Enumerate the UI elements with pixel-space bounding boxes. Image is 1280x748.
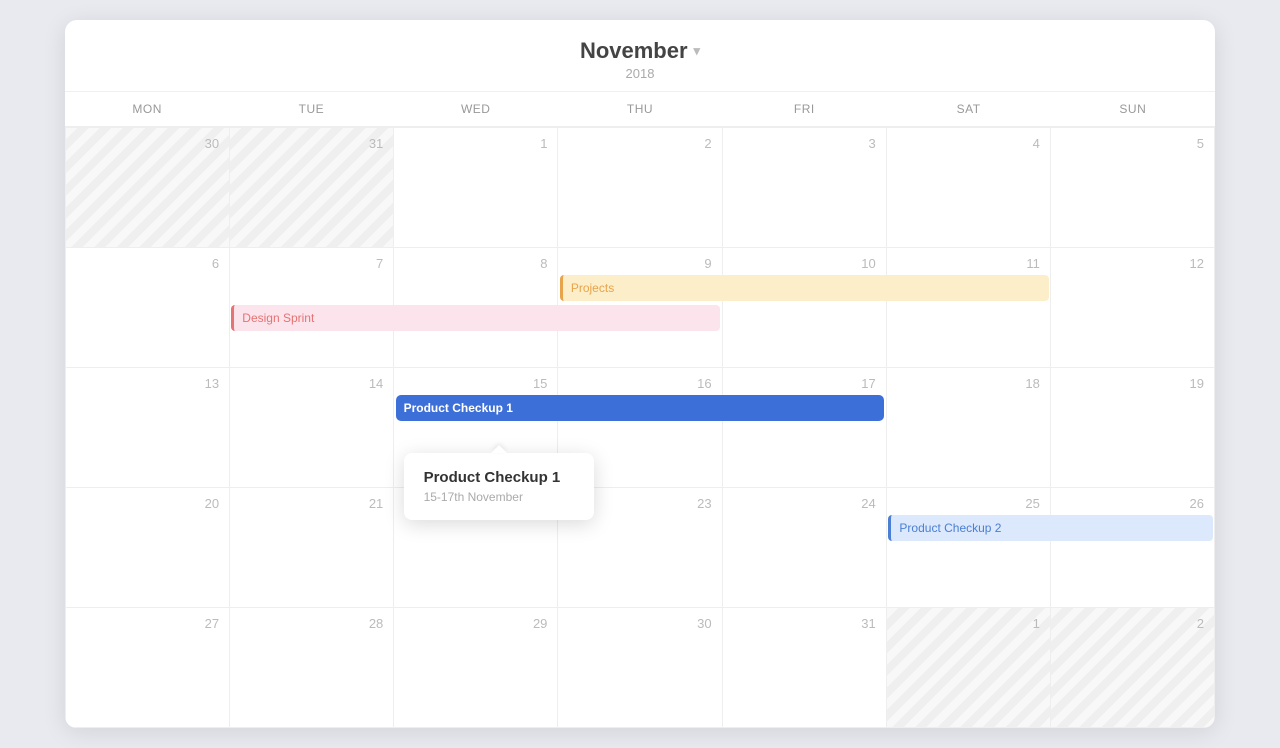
month-label: November	[580, 38, 688, 64]
cell-nov-1[interactable]: 1	[394, 128, 558, 248]
cell-nov-20[interactable]: 20	[66, 488, 230, 608]
day-header-sun: SUN	[1051, 92, 1215, 126]
cell-nov-27[interactable]: 27	[66, 608, 230, 728]
cell-dec-1[interactable]: 1	[887, 608, 1051, 728]
day-header-wed: WED	[394, 92, 558, 126]
day-header-tue: TUE	[229, 92, 393, 126]
cell-nov-23[interactable]: 23	[558, 488, 722, 608]
cell-nov-29[interactable]: 29	[394, 608, 558, 728]
calendar-title[interactable]: November ▾	[65, 38, 1215, 64]
cell-nov-9[interactable]: 9	[558, 248, 722, 368]
year-label: 2018	[65, 66, 1215, 81]
cell-nov-5[interactable]: 5	[1051, 128, 1215, 248]
cell-oct-30[interactable]: 30	[66, 128, 230, 248]
day-header-fri: FRI	[722, 92, 886, 126]
cell-nov-10[interactable]: 10	[723, 248, 887, 368]
month-dropdown-arrow[interactable]: ▾	[694, 43, 701, 59]
cell-nov-26[interactable]: 26	[1051, 488, 1215, 608]
day-headers-row: MON TUE WED THU FRI SAT SUN	[65, 92, 1215, 127]
cell-oct-31[interactable]: 31	[230, 128, 394, 248]
cell-nov-24[interactable]: 24	[723, 488, 887, 608]
calendar-grid: 30 31 1 2 3 4 5 6 7 8 9 10 11 12 13 14 1…	[65, 127, 1215, 728]
cell-nov-3[interactable]: 3	[723, 128, 887, 248]
cell-nov-18[interactable]: 18	[887, 368, 1051, 488]
calendar-header: November ▾ 2018	[65, 20, 1215, 92]
cell-nov-30[interactable]: 30	[558, 608, 722, 728]
cell-nov-14[interactable]: 14	[230, 368, 394, 488]
cell-nov-2[interactable]: 2	[558, 128, 722, 248]
cell-nov-19[interactable]: 19	[1051, 368, 1215, 488]
cell-nov-17[interactable]: 17	[723, 368, 887, 488]
cell-nov-4[interactable]: 4	[887, 128, 1051, 248]
cell-nov-7[interactable]: 7	[230, 248, 394, 368]
cell-nov-22[interactable]: 22	[394, 488, 558, 608]
cell-nov-28[interactable]: 28	[230, 608, 394, 728]
calendar-container: November ▾ 2018 MON TUE WED THU FRI SAT …	[65, 20, 1215, 728]
cell-nov-8[interactable]: 8	[394, 248, 558, 368]
cell-dec-31[interactable]: 31	[723, 608, 887, 728]
cell-dec-2[interactable]: 2	[1051, 608, 1215, 728]
cell-nov-13[interactable]: 13	[66, 368, 230, 488]
cell-nov-6[interactable]: 6	[66, 248, 230, 368]
cell-nov-21[interactable]: 21	[230, 488, 394, 608]
day-header-sat: SAT	[886, 92, 1050, 126]
cell-nov-15[interactable]: 15	[394, 368, 558, 488]
cell-nov-11[interactable]: 11	[887, 248, 1051, 368]
cell-nov-16[interactable]: 16	[558, 368, 722, 488]
cell-nov-25[interactable]: 25	[887, 488, 1051, 608]
day-header-mon: MON	[65, 92, 229, 126]
cell-nov-12[interactable]: 12	[1051, 248, 1215, 368]
day-header-thu: THU	[558, 92, 722, 126]
